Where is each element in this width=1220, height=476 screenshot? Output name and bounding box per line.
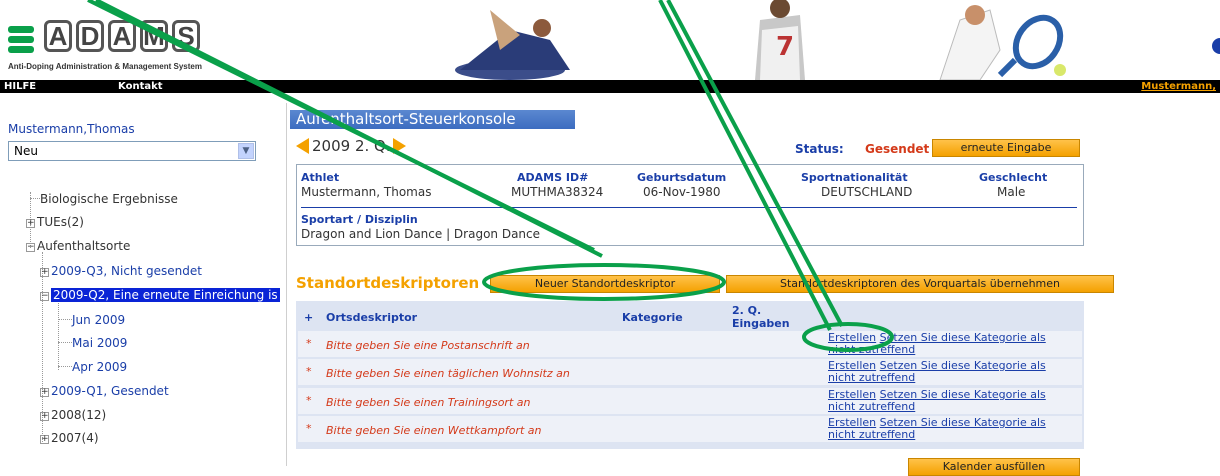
- tree-item-label: Jun 2009: [72, 313, 126, 327]
- tree-item-biological-results[interactable]: Biologische Ergebnisse: [30, 192, 178, 206]
- period-label: 2009 2. Q.: [312, 137, 391, 155]
- resubmit-button[interactable]: erneute Eingabe: [932, 139, 1080, 157]
- tree-item-label: 2008(12): [51, 408, 107, 422]
- location-descriptor-table: + Ortsdeskriptor Kategorie 2. Q. Eingabe…: [296, 301, 1084, 449]
- set-not-applicable-link[interactable]: nicht zutreffend: [828, 371, 915, 384]
- header-edge-mark: [1212, 38, 1220, 54]
- status-label: Status:: [795, 142, 844, 156]
- required-marker: *: [306, 422, 312, 435]
- copy-previous-quarter-button[interactable]: Standortdeskriptoren des Vorquartals übe…: [726, 275, 1114, 293]
- tree-item-mai-2009[interactable]: Mai 2009: [58, 336, 127, 350]
- logo-letter: A: [108, 20, 136, 52]
- tree-item-label: 2009-Q1, Gesendet: [51, 384, 169, 398]
- expand-icon[interactable]: +: [26, 219, 35, 228]
- tree-item-label: 2007(4): [51, 431, 99, 445]
- nav-user-link[interactable]: Mustermann,: [1141, 80, 1216, 93]
- logo-mark-icon: [8, 26, 34, 53]
- previous-quarter-icon[interactable]: [296, 138, 309, 154]
- logo-subtitle: Anti-Doping Administration & Management …: [8, 62, 202, 71]
- tree-item-label-selected: 2009-Q2, Eine erneute Einreichung is: [51, 288, 280, 302]
- tree-item-2009-q2[interactable]: −2009-Q2, Eine erneute Einreichung is: [40, 288, 280, 302]
- row-descriptor: Bitte geben Sie einen Trainingsort an: [326, 396, 531, 409]
- chevron-down-icon[interactable]: ▼: [238, 143, 254, 159]
- required-marker: *: [306, 337, 312, 350]
- basketball-photo: 7: [740, 0, 820, 80]
- nationality-heading: Sportnationalität: [801, 171, 908, 184]
- collapse-icon[interactable]: −: [40, 292, 49, 301]
- nav-help-link[interactable]: HILFE: [4, 80, 36, 93]
- logo-letter: D: [76, 20, 104, 52]
- status-select-value: Neu: [14, 144, 38, 158]
- tree-item-label: TUEs(2): [37, 215, 84, 229]
- status-select[interactable]: Neu ▼: [8, 141, 256, 161]
- expand-icon[interactable]: +: [40, 388, 49, 397]
- tree-item-label: Mai 2009: [72, 336, 128, 350]
- descriptor-column-header: Ortsdeskriptor: [326, 311, 418, 324]
- gender-value: Male: [997, 185, 1026, 199]
- tree-item-2009-q3[interactable]: +2009-Q3, Nicht gesendet: [40, 264, 202, 278]
- set-not-applicable-link[interactable]: nicht zutreffend: [828, 400, 915, 413]
- next-quarter-icon[interactable]: [393, 138, 406, 154]
- category-column-header: Kategorie: [622, 311, 683, 324]
- sport-value: Dragon and Lion Dance | Dragon Dance: [301, 227, 541, 241]
- row-actions: Erstellen Setzen Sie diese Kategorie als…: [828, 360, 1088, 384]
- tree-item-2009-q1[interactable]: +2009-Q1, Gesendet: [40, 384, 169, 398]
- expand-icon[interactable]: +: [40, 412, 49, 421]
- adams-id-heading: ADAMS ID#: [517, 171, 589, 184]
- tennis-photo: [930, 0, 1070, 80]
- logo-letter: S: [172, 20, 200, 52]
- athlete-info-box: Athlet Mustermann, Thomas ADAMS ID# MUTH…: [296, 164, 1084, 246]
- svg-text:7: 7: [776, 32, 794, 62]
- new-descriptor-button[interactable]: Neuer Standortdeskriptor: [490, 275, 720, 293]
- tree-item-2008[interactable]: +2008(12): [40, 408, 106, 422]
- sidebar-user-name: Mustermann,Thomas: [8, 122, 135, 136]
- tree-item-jun-2009[interactable]: Jun 2009: [58, 313, 125, 327]
- collapse-icon[interactable]: −: [26, 243, 35, 252]
- top-nav-bar: HILFE Kontakt Mustermann,: [0, 80, 1220, 93]
- adams-id-value: MUTHMA38324: [511, 185, 604, 199]
- add-column-header[interactable]: +: [304, 311, 313, 324]
- sport-heading: Sportart / Disziplin: [301, 213, 418, 226]
- athlete-heading: Athlet: [301, 171, 340, 184]
- row-descriptor: Bitte geben Sie eine Postanschrift an: [326, 339, 530, 352]
- status-value: Gesendet: [865, 142, 930, 156]
- dob-heading: Geburtsdatum: [637, 171, 727, 184]
- expand-icon[interactable]: +: [40, 268, 49, 277]
- tree-item-label: Aufenthaltsorte: [37, 239, 131, 253]
- nationality-value: DEUTSCHLAND: [821, 185, 913, 199]
- row-actions: Erstellen Setzen Sie diese Kategorie als…: [828, 389, 1088, 413]
- logo-letter: M: [140, 20, 168, 52]
- page-title: Aufenthaltsort-Steuerkonsole: [290, 110, 575, 129]
- athlete-value: Mustermann, Thomas: [301, 185, 432, 199]
- row-actions: Erstellen Setzen Sie diese Kategorie als…: [828, 332, 1088, 356]
- tree-item-apr-2009[interactable]: Apr 2009: [58, 360, 127, 374]
- nav-contact-link[interactable]: Kontakt: [118, 80, 163, 93]
- locations-title: Standortdeskriptoren: [296, 274, 480, 292]
- row-descriptor: Bitte geben Sie einen Wettkampfort an: [326, 424, 542, 437]
- tree-item-tues[interactable]: + TUEs(2): [26, 215, 84, 229]
- row-actions: Erstellen Setzen Sie diese Kategorie als…: [828, 417, 1088, 441]
- required-marker: *: [306, 365, 312, 378]
- dob-value: 06-Nov-1980: [643, 185, 721, 199]
- row-descriptor: Bitte geben Sie einen täglichen Wohnsitz…: [326, 367, 570, 380]
- set-not-applicable-link[interactable]: nicht zutreffend: [828, 428, 915, 441]
- required-marker: *: [306, 394, 312, 407]
- quarter-entries-header-line1: 2. Q.: [732, 304, 762, 317]
- tree-item-label: 2009-Q3, Nicht gesendet: [51, 264, 202, 278]
- gender-heading: Geschlecht: [979, 171, 1048, 184]
- tree-item-whereabouts[interactable]: − Aufenthaltsorte: [26, 239, 130, 253]
- set-not-applicable-link[interactable]: nicht zutreffend: [828, 343, 915, 356]
- tree-item-label: Apr 2009: [72, 360, 128, 374]
- quarter-entries-header-line2: Eingaben: [732, 317, 790, 330]
- logo-letter: A: [44, 20, 72, 52]
- athlete-divider: [301, 207, 1077, 208]
- expand-icon[interactable]: +: [40, 435, 49, 444]
- tree-item-2007[interactable]: +2007(4): [40, 431, 99, 445]
- fill-calendar-button[interactable]: Kalender ausfüllen: [908, 458, 1080, 476]
- adams-logo: A D A M S Anti-Doping Administration & M…: [8, 18, 248, 71]
- tree-item-label: Biologische Ergebnisse: [40, 192, 178, 206]
- hurdler-photo: [450, 0, 580, 80]
